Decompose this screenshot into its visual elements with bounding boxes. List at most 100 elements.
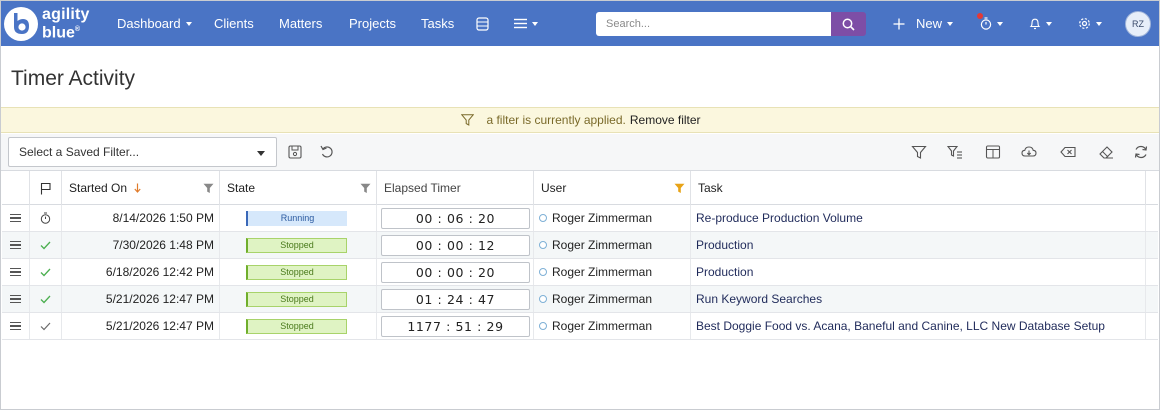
header-flag-column[interactable]	[30, 171, 62, 205]
nav-matters[interactable]: Matters	[279, 1, 322, 46]
status-badge: Stopped	[246, 318, 347, 334]
task-cell[interactable]: Best Doggie Food vs. Acana, Baneful and …	[691, 313, 1146, 339]
user-cell: Roger Zimmerman	[534, 205, 691, 231]
clear-input-icon[interactable]	[1060, 144, 1076, 160]
checkmark-icon	[40, 322, 51, 330]
chevron-down-icon	[1046, 21, 1052, 26]
row-status-cell	[30, 259, 62, 285]
filter-icon	[461, 114, 475, 126]
drag-handle[interactable]	[2, 259, 30, 285]
user-name: Roger Zimmerman	[552, 211, 653, 225]
header-task-label: Task	[698, 181, 723, 195]
header-drag-column	[2, 171, 30, 205]
timer-menu[interactable]	[977, 1, 1003, 46]
brand-line-2: blue®	[42, 22, 90, 41]
status-dot-icon	[539, 268, 547, 276]
page-title: Timer Activity	[11, 67, 136, 90]
saved-filter-select[interactable]: Select a Saved Filter...	[8, 137, 277, 167]
checkmark-icon	[40, 241, 51, 249]
nav-tasks[interactable]: Tasks	[421, 1, 454, 46]
search-button[interactable]	[831, 12, 866, 36]
drag-handle[interactable]	[2, 286, 30, 312]
stopwatch-icon	[40, 212, 51, 224]
drag-handle[interactable]	[2, 205, 30, 231]
status-badge: Running	[246, 210, 347, 226]
drag-handle[interactable]	[2, 313, 30, 339]
user-name: Roger Zimmerman	[552, 292, 653, 306]
chevron-down-icon	[185, 21, 192, 26]
nav-dashboard[interactable]: Dashboard	[117, 1, 192, 46]
table-row[interactable]: 8/14/2026 1:50 PM Running 00 : 06 : 20 R…	[2, 205, 1158, 232]
header-elapsed-label: Elapsed Timer	[384, 181, 461, 195]
row-status-cell	[30, 286, 62, 312]
elapsed-cell: 00 : 00 : 12	[377, 232, 534, 258]
table-row[interactable]: 6/18/2026 12:42 PM Stopped 00 : 00 : 20 …	[2, 259, 1158, 286]
new-button[interactable]: New	[893, 1, 954, 46]
checkmark-icon	[40, 295, 51, 303]
user-avatar[interactable]: RZ	[1125, 11, 1151, 37]
header-task[interactable]: Task	[691, 171, 1146, 205]
drag-handle-icon	[10, 239, 21, 251]
row-status-cell	[30, 205, 62, 231]
column-filter-icon[interactable]	[203, 183, 214, 194]
nav-more-menu[interactable]	[514, 1, 538, 46]
eraser-icon[interactable]	[1098, 144, 1114, 160]
header-user[interactable]: User	[534, 171, 691, 205]
undo-icon[interactable]	[319, 144, 335, 160]
table-row[interactable]: 7/30/2026 1:48 PM Stopped 00 : 00 : 12 R…	[2, 232, 1158, 259]
columns-icon[interactable]	[985, 144, 1001, 160]
nav-clients[interactable]: Clients	[214, 1, 254, 46]
drag-handle-icon	[10, 266, 21, 278]
started-on-cell: 5/21/2026 12:47 PM	[62, 286, 220, 312]
filter-icon[interactable]	[911, 144, 927, 160]
state-cell: Stopped	[220, 232, 377, 258]
save-icon[interactable]	[287, 144, 303, 160]
status-dot-icon	[539, 295, 547, 303]
user-name: Roger Zimmerman	[552, 238, 653, 252]
started-on-cell: 5/21/2026 12:47 PM	[62, 313, 220, 339]
nav-projects-label: Projects	[349, 16, 396, 31]
status-dot-icon	[539, 214, 547, 222]
task-cell[interactable]: Run Keyword Searches	[691, 286, 1146, 312]
header-user-label: User	[541, 181, 567, 195]
header-started-on[interactable]: Started On	[62, 171, 220, 205]
download-cloud-icon[interactable]	[1021, 144, 1037, 160]
grid-header: Started On State Elapsed Timer User Task	[2, 171, 1158, 205]
refresh-icon[interactable]	[1133, 144, 1149, 160]
task-cell[interactable]: Production	[691, 259, 1146, 285]
row-status-cell	[30, 313, 62, 339]
nav-tasks-label: Tasks	[421, 16, 455, 31]
search-input[interactable]	[596, 12, 832, 36]
user-name: Roger Zimmerman	[552, 265, 653, 279]
chevron-down-icon	[947, 21, 954, 26]
elapsed-timer-display: 00 : 00 : 12	[381, 234, 530, 256]
state-cell: Stopped	[220, 313, 377, 339]
table-row[interactable]: 5/21/2026 12:47 PM Stopped 1177 : 51 : 2…	[2, 313, 1158, 340]
drag-handle[interactable]	[2, 232, 30, 258]
header-state[interactable]: State	[220, 171, 377, 205]
status-badge: Stopped	[246, 291, 347, 307]
header-state-label: State	[227, 181, 256, 195]
remove-filter-link[interactable]: Remove filter	[630, 113, 701, 127]
nav-projects[interactable]: Projects	[349, 1, 396, 46]
filter-list-icon[interactable]	[947, 144, 963, 160]
task-cell[interactable]: Re-produce Production Volume	[691, 205, 1146, 231]
elapsed-cell: 00 : 00 : 20	[377, 259, 534, 285]
task-cell[interactable]: Production	[691, 232, 1146, 258]
column-filter-icon[interactable]	[360, 183, 371, 194]
sort-down-arrow-icon	[134, 183, 141, 193]
status-dot-icon	[539, 241, 547, 249]
header-elapsed-timer[interactable]: Elapsed Timer	[377, 171, 534, 205]
new-button-label: New	[916, 16, 943, 31]
column-filter-icon[interactable]	[674, 183, 685, 194]
user-cell: Roger Zimmerman	[534, 313, 691, 339]
elapsed-cell: 1177 : 51 : 29	[377, 313, 534, 339]
notifications-menu[interactable]	[1029, 1, 1052, 46]
active-timer-badge	[977, 13, 983, 19]
grid-toolbar: Select a Saved Filter...	[1, 134, 1159, 171]
brand-logo[interactable]: agility blue®	[3, 4, 103, 44]
nav-database[interactable]	[476, 1, 489, 46]
table-row[interactable]: 5/21/2026 12:47 PM Stopped 01 : 24 : 47 …	[2, 286, 1158, 313]
header-started-on-label: Started On	[69, 181, 128, 195]
settings-menu[interactable]	[1078, 1, 1102, 46]
